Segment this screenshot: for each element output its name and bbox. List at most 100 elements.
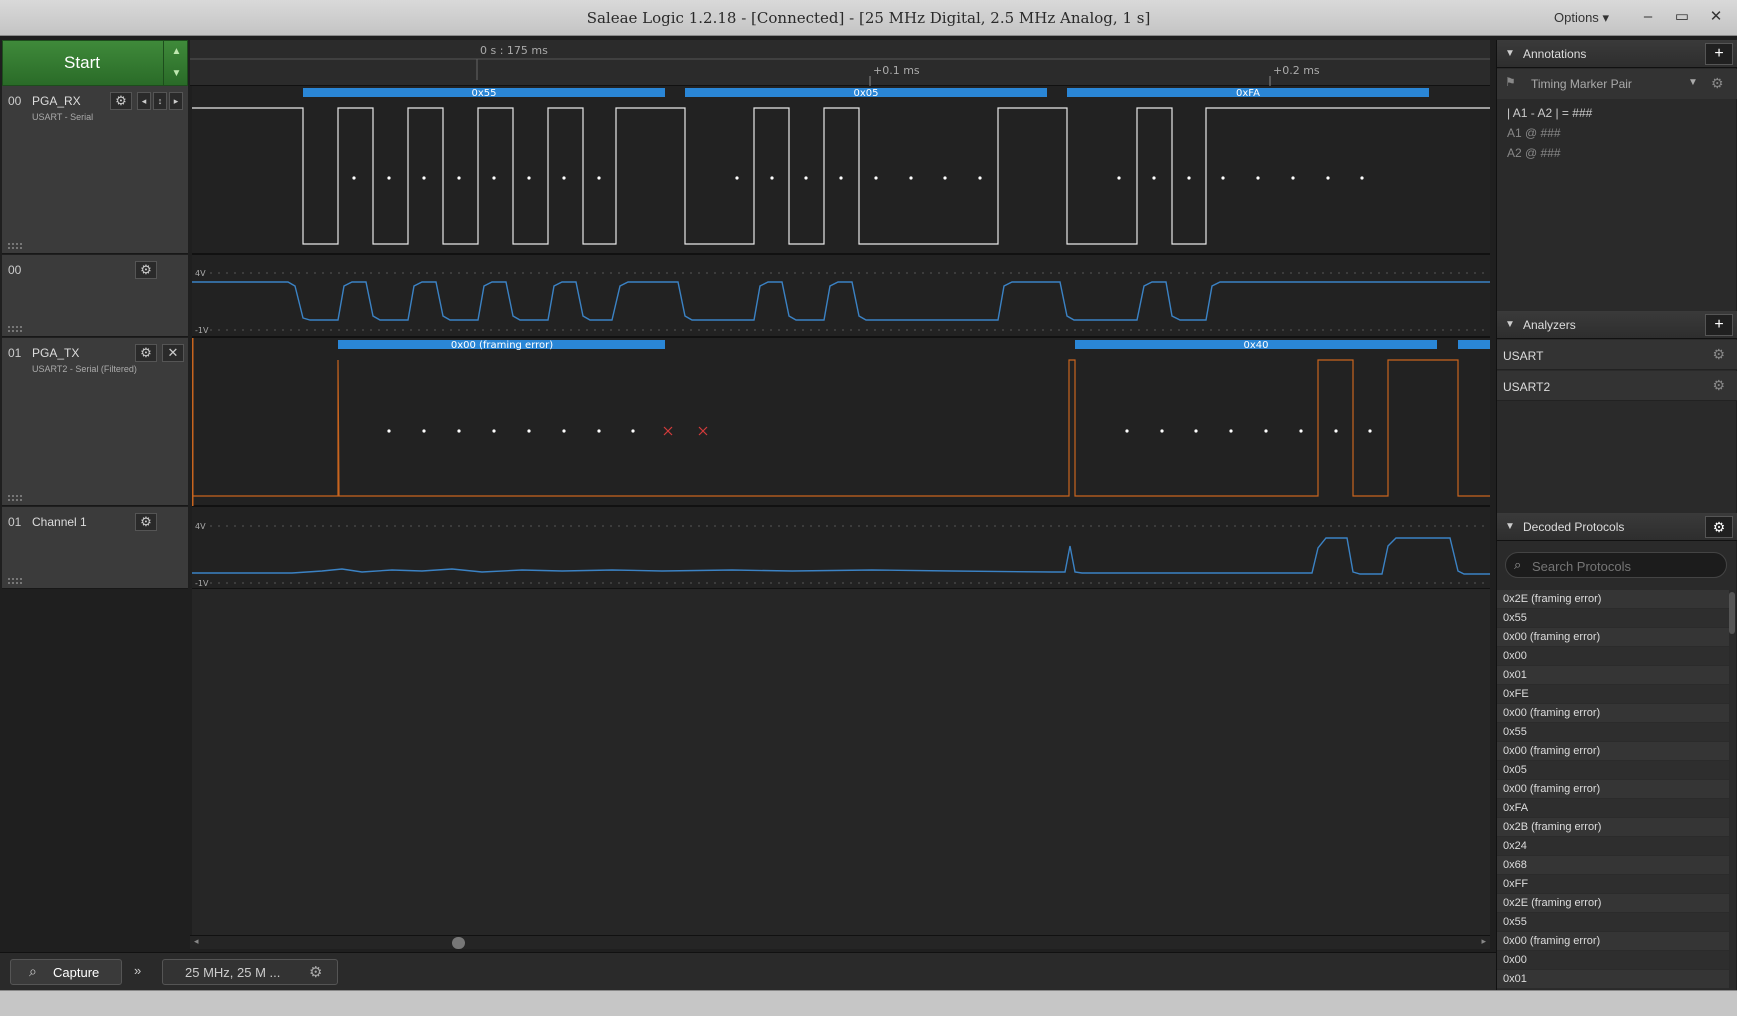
decoded-item[interactable]: 0x24 [1497, 837, 1729, 856]
decoded-item[interactable]: 0x55 [1497, 723, 1729, 742]
marker-delta: | A1 - A2 | = ### [1507, 106, 1593, 120]
gear-icon[interactable]: ⚙ [309, 963, 322, 981]
start-label: Start [64, 53, 100, 72]
decoded-item[interactable]: 0x00 [1497, 647, 1729, 666]
channel-analyzer: USART2 - Serial (Filtered) [32, 364, 137, 374]
drag-grip-icon[interactable] [8, 326, 22, 332]
decoded-item[interactable]: 0x01 [1497, 970, 1729, 989]
decoded-protocols-list[interactable]: 0x2E (framing error) 0x55 0x00 (framing er… [1497, 590, 1729, 990]
analog-scale-top: 4V [195, 269, 206, 278]
channel-name[interactable]: PGA_RX [32, 94, 81, 108]
options-menu[interactable]: Options ▾ [1554, 10, 1609, 26]
collapse-triangle-icon[interactable]: ▼ [1505, 521, 1515, 532]
channel-label-channel-1[interactable]: 01 Channel 1 ⚙ [2, 507, 188, 589]
decoded-item[interactable]: 0x00 (framing error) [1497, 704, 1729, 723]
triangle-down-icon: ▼ [171, 68, 182, 79]
rx-decode-text: 0x55 [471, 88, 496, 99]
gear-icon[interactable]: ⚙ [1705, 516, 1733, 538]
channel-label-analog-0[interactable]: 00 ⚙ [2, 255, 188, 337]
capture-tab[interactable]: ⌕ Capture [10, 959, 122, 985]
scroll-left-icon[interactable]: ◂ [194, 936, 199, 947]
decoded-item[interactable]: 0x01 [1497, 666, 1729, 685]
timing-marker-row[interactable]: ⚑ Timing Marker Pair ▼ ⚙ [1497, 69, 1737, 99]
next-edge-icon[interactable]: ▸ [169, 92, 183, 110]
decoded-item[interactable]: 0x00 (framing error) [1497, 628, 1729, 647]
close-button[interactable]: ✕ [1702, 5, 1730, 29]
list-scrollbar[interactable] [1729, 592, 1735, 634]
gear-icon[interactable]: ⚙ [135, 513, 157, 531]
decoded-item[interactable]: 0x00 (framing error) [1497, 932, 1729, 951]
channel-number: 00 [8, 94, 22, 108]
prev-edge-icon[interactable]: ◂ [137, 92, 151, 110]
collapse-triangle-icon[interactable]: ▼ [1505, 48, 1515, 59]
decoded-item[interactable]: 0xFF [1497, 875, 1729, 894]
minimize-button[interactable]: – [1634, 5, 1662, 29]
double-chevron-icon[interactable]: » [134, 963, 141, 978]
edge-icon[interactable]: ↕ [153, 92, 167, 110]
horizontal-scrollbar[interactable]: ◂ ▸ [190, 935, 1490, 949]
gear-icon[interactable]: ⚙ [110, 92, 132, 110]
decoded-item[interactable]: 0x00 (framing error) [1497, 742, 1729, 761]
scroll-thumb[interactable] [452, 937, 465, 949]
decoded-item[interactable]: 0x55 [1497, 913, 1729, 932]
decoded-item[interactable]: 0x2B (framing error) [1497, 818, 1729, 837]
decoded-item[interactable]: 0xFA [1497, 799, 1729, 818]
gear-icon[interactable]: ⚙ [1712, 377, 1725, 394]
tx-decode-text: 0x00 (framing error) [451, 340, 553, 351]
channel-label-pga-tx[interactable]: 01 PGA_TX USART2 - Serial (Filtered) ⚙ ✕ [2, 338, 188, 506]
decoded-item[interactable]: 0x00 [1497, 951, 1729, 970]
add-annotation-button[interactable]: + [1705, 43, 1733, 65]
drag-grip-icon[interactable] [8, 243, 22, 249]
collapse-triangle-icon[interactable]: ▼ [1505, 319, 1515, 330]
title-bar: Saleae Logic 1.2.18 - [Connected] - [25 … [0, 0, 1737, 36]
rx-decode-text: 0xFA [1236, 88, 1260, 99]
close-icon[interactable]: ✕ [162, 344, 184, 362]
annotations-header[interactable]: ▼ Annotations + [1497, 40, 1737, 68]
drag-grip-icon[interactable] [8, 495, 22, 501]
channel-analyzer: USART - Serial [32, 112, 94, 122]
maximize-button[interactable]: ▭ [1668, 5, 1696, 29]
bottom-bar: ⌕ Capture » 25 MHz, 25 M ... ⚙ [0, 952, 1496, 990]
decoded-item[interactable]: 0x00 (framing error) [1497, 780, 1729, 799]
decoded-item[interactable]: 0x2E (framing error) [1497, 590, 1729, 609]
gear-icon[interactable]: ⚙ [1712, 346, 1725, 363]
right-panel: ▼ Annotations + ⚑ Timing Marker Pair ▼ ⚙… [1496, 40, 1737, 990]
decoded-item[interactable]: 0xFE [1497, 685, 1729, 704]
ruler-ticks [190, 58, 1490, 86]
channel-name[interactable]: PGA_TX [32, 346, 79, 360]
session-label: 25 MHz, 25 M ... [185, 965, 281, 980]
waveform-canvas[interactable]: 0x55 0x05 0xFA 4V -1V 0x00 (framing erro… [192, 86, 1490, 936]
session-tab[interactable]: 25 MHz, 25 M ... ⚙ [162, 959, 338, 985]
decoded-protocols-title: Decoded Protocols [1523, 520, 1625, 534]
analyzer-label: USART [1503, 349, 1544, 363]
annotations-title: Annotations [1523, 47, 1587, 61]
tx-decode-bubble[interactable] [1458, 340, 1490, 349]
gear-icon[interactable]: ⚙ [135, 261, 157, 279]
decoded-item[interactable]: 0x05 [1497, 761, 1729, 780]
channel-label-pga-rx[interactable]: 00 PGA_RX USART - Serial ⚙ ◂ ↕ ▸ [2, 86, 188, 254]
scroll-right-icon[interactable]: ▸ [1481, 936, 1486, 947]
analyzer-item[interactable]: USART2 ⚙ [1497, 371, 1737, 401]
timeline-ruler[interactable]: 0 s : 175 ms +0.1 ms +0.2 ms [190, 40, 1490, 86]
status-bar [0, 990, 1737, 1016]
analog-scale-bottom: -1V [195, 579, 209, 588]
start-options-arrows[interactable]: ▲ ▼ [163, 41, 189, 87]
start-button[interactable]: Start ▲ ▼ [2, 40, 189, 87]
rx-decode-text: 0x05 [853, 88, 878, 99]
decoded-item[interactable]: 0x68 [1497, 856, 1729, 875]
channel-name[interactable]: Channel 1 [32, 515, 87, 529]
search-box[interactable]: ⌕ [1505, 552, 1727, 578]
analyzer-item[interactable]: USART ⚙ [1497, 340, 1737, 370]
chevron-down-icon[interactable]: ▼ [1688, 77, 1698, 88]
options-label: Options [1554, 10, 1599, 25]
analyzers-header[interactable]: ▼ Analyzers + [1497, 311, 1737, 339]
drag-grip-icon[interactable] [8, 578, 22, 584]
gear-icon[interactable]: ⚙ [135, 344, 157, 362]
decoded-protocols-header[interactable]: ▼ Decoded Protocols ⚙ [1497, 513, 1737, 541]
gear-icon[interactable]: ⚙ [1711, 75, 1724, 92]
decoded-item[interactable]: 0x55 [1497, 609, 1729, 628]
decoded-item[interactable]: 0x2E (framing error) [1497, 894, 1729, 913]
search-input[interactable] [1532, 557, 1722, 575]
channel-number: 01 [8, 515, 22, 529]
add-analyzer-button[interactable]: + [1705, 314, 1733, 336]
